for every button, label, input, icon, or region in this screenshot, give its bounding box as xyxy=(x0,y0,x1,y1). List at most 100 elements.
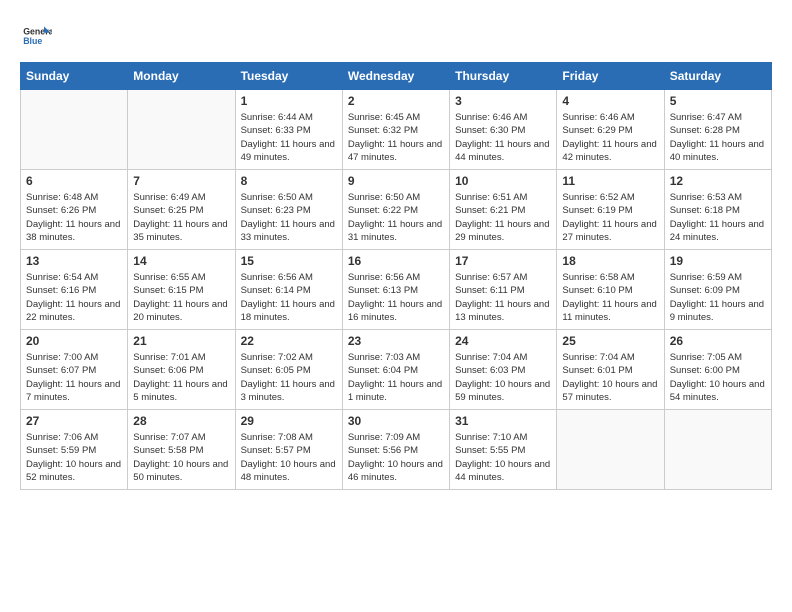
day-number: 17 xyxy=(455,254,551,268)
day-number: 6 xyxy=(26,174,122,188)
calendar-cell: 29 Sunrise: 7:08 AM Sunset: 5:57 PM Dayli… xyxy=(235,410,342,490)
calendar-table: SundayMondayTuesdayWednesdayThursdayFrid… xyxy=(20,62,772,490)
day-info: Sunrise: 7:04 AM Sunset: 6:03 PM Dayligh… xyxy=(455,351,551,404)
calendar-cell: 30 Sunrise: 7:09 AM Sunset: 5:56 PM Dayli… xyxy=(342,410,449,490)
calendar-cell: 13 Sunrise: 6:54 AM Sunset: 6:16 PM Dayli… xyxy=(21,250,128,330)
day-number: 31 xyxy=(455,414,551,428)
calendar-cell: 22 Sunrise: 7:02 AM Sunset: 6:05 PM Dayli… xyxy=(235,330,342,410)
day-info: Sunrise: 6:49 AM Sunset: 6:25 PM Dayligh… xyxy=(133,191,229,244)
day-number: 20 xyxy=(26,334,122,348)
weekday-header-row: SundayMondayTuesdayWednesdayThursdayFrid… xyxy=(21,63,772,90)
day-number: 2 xyxy=(348,94,444,108)
day-info: Sunrise: 6:46 AM Sunset: 6:29 PM Dayligh… xyxy=(562,111,658,164)
weekday-header: Sunday xyxy=(21,63,128,90)
day-info: Sunrise: 6:46 AM Sunset: 6:30 PM Dayligh… xyxy=(455,111,551,164)
logo: General Blue xyxy=(20,20,52,52)
calendar-cell: 7Sunrise: 6:49 AM Sunset: 6:25 PM Daylig… xyxy=(128,170,235,250)
calendar-cell: 31Sunrise: 7:10 AM Sunset: 5:55 PM Dayli… xyxy=(450,410,557,490)
calendar-cell xyxy=(664,410,771,490)
calendar-cell: 15 Sunrise: 6:56 AM Sunset: 6:14 PM Dayli… xyxy=(235,250,342,330)
day-info: Sunrise: 6:54 AM Sunset: 6:16 PM Dayligh… xyxy=(26,271,122,324)
day-number: 27 xyxy=(26,414,122,428)
day-info: Sunrise: 7:08 AM Sunset: 5:57 PM Dayligh… xyxy=(241,431,337,484)
day-info: Sunrise: 6:45 AM Sunset: 6:32 PM Dayligh… xyxy=(348,111,444,164)
day-info: Sunrise: 6:47 AM Sunset: 6:28 PM Dayligh… xyxy=(670,111,766,164)
calendar-cell: 26Sunrise: 7:05 AM Sunset: 6:00 PM Dayli… xyxy=(664,330,771,410)
day-info: Sunrise: 6:50 AM Sunset: 6:23 PM Dayligh… xyxy=(241,191,337,244)
day-number: 11 xyxy=(562,174,658,188)
day-number: 10 xyxy=(455,174,551,188)
day-info: Sunrise: 7:07 AM Sunset: 5:58 PM Dayligh… xyxy=(133,431,229,484)
day-info: Sunrise: 7:09 AM Sunset: 5:56 PM Dayligh… xyxy=(348,431,444,484)
calendar-cell: 17 Sunrise: 6:57 AM Sunset: 6:11 PM Dayli… xyxy=(450,250,557,330)
day-number: 12 xyxy=(670,174,766,188)
day-number: 8 xyxy=(241,174,337,188)
day-number: 15 xyxy=(241,254,337,268)
calendar-cell: 3 Sunrise: 6:46 AM Sunset: 6:30 PM Daylig… xyxy=(450,90,557,170)
day-info: Sunrise: 6:44 AM Sunset: 6:33 PM Dayligh… xyxy=(241,111,337,164)
day-info: Sunrise: 6:58 AM Sunset: 6:10 PM Dayligh… xyxy=(562,271,658,324)
calendar-cell xyxy=(128,90,235,170)
calendar-week-row: 20Sunrise: 7:00 AM Sunset: 6:07 PM Dayli… xyxy=(21,330,772,410)
calendar-week-row: 6 Sunrise: 6:48 AM Sunset: 6:26 PM Daylig… xyxy=(21,170,772,250)
day-number: 23 xyxy=(348,334,444,348)
day-number: 4 xyxy=(562,94,658,108)
day-info: Sunrise: 6:48 AM Sunset: 6:26 PM Dayligh… xyxy=(26,191,122,244)
calendar-cell: 16 Sunrise: 6:56 AM Sunset: 6:13 PM Dayli… xyxy=(342,250,449,330)
day-info: Sunrise: 6:57 AM Sunset: 6:11 PM Dayligh… xyxy=(455,271,551,324)
day-number: 22 xyxy=(241,334,337,348)
calendar-cell: 10 Sunrise: 6:51 AM Sunset: 6:21 PM Dayli… xyxy=(450,170,557,250)
day-number: 28 xyxy=(133,414,229,428)
day-info: Sunrise: 6:52 AM Sunset: 6:19 PM Dayligh… xyxy=(562,191,658,244)
day-number: 18 xyxy=(562,254,658,268)
day-info: Sunrise: 7:03 AM Sunset: 6:04 PM Dayligh… xyxy=(348,351,444,404)
day-number: 29 xyxy=(241,414,337,428)
day-info: Sunrise: 6:53 AM Sunset: 6:18 PM Dayligh… xyxy=(670,191,766,244)
day-number: 13 xyxy=(26,254,122,268)
day-info: Sunrise: 7:02 AM Sunset: 6:05 PM Dayligh… xyxy=(241,351,337,404)
day-number: 19 xyxy=(670,254,766,268)
day-info: Sunrise: 7:06 AM Sunset: 5:59 PM Dayligh… xyxy=(26,431,122,484)
day-number: 30 xyxy=(348,414,444,428)
weekday-header: Friday xyxy=(557,63,664,90)
calendar-cell: 25 Sunrise: 7:04 AM Sunset: 6:01 PM Dayli… xyxy=(557,330,664,410)
weekday-header: Saturday xyxy=(664,63,771,90)
calendar-week-row: 1 Sunrise: 6:44 AM Sunset: 6:33 PM Daylig… xyxy=(21,90,772,170)
calendar-cell: 28 Sunrise: 7:07 AM Sunset: 5:58 PM Dayli… xyxy=(128,410,235,490)
day-number: 3 xyxy=(455,94,551,108)
day-number: 1 xyxy=(241,94,337,108)
day-number: 24 xyxy=(455,334,551,348)
calendar-cell: 6 Sunrise: 6:48 AM Sunset: 6:26 PM Daylig… xyxy=(21,170,128,250)
calendar-week-row: 27 Sunrise: 7:06 AM Sunset: 5:59 PM Dayli… xyxy=(21,410,772,490)
day-info: Sunrise: 6:56 AM Sunset: 6:13 PM Dayligh… xyxy=(348,271,444,324)
calendar-cell: 8 Sunrise: 6:50 AM Sunset: 6:23 PM Daylig… xyxy=(235,170,342,250)
weekday-header: Tuesday xyxy=(235,63,342,90)
day-number: 5 xyxy=(670,94,766,108)
day-info: Sunrise: 7:01 AM Sunset: 6:06 PM Dayligh… xyxy=(133,351,229,404)
day-info: Sunrise: 6:56 AM Sunset: 6:14 PM Dayligh… xyxy=(241,271,337,324)
weekday-header: Monday xyxy=(128,63,235,90)
day-info: Sunrise: 6:59 AM Sunset: 6:09 PM Dayligh… xyxy=(670,271,766,324)
day-info: Sunrise: 7:04 AM Sunset: 6:01 PM Dayligh… xyxy=(562,351,658,404)
day-number: 16 xyxy=(348,254,444,268)
calendar-cell: 12 Sunrise: 6:53 AM Sunset: 6:18 PM Dayli… xyxy=(664,170,771,250)
calendar-cell: 20Sunrise: 7:00 AM Sunset: 6:07 PM Dayli… xyxy=(21,330,128,410)
calendar-cell: 1 Sunrise: 6:44 AM Sunset: 6:33 PM Daylig… xyxy=(235,90,342,170)
day-info: Sunrise: 6:50 AM Sunset: 6:22 PM Dayligh… xyxy=(348,191,444,244)
calendar-week-row: 13 Sunrise: 6:54 AM Sunset: 6:16 PM Dayli… xyxy=(21,250,772,330)
calendar-cell: 14Sunrise: 6:55 AM Sunset: 6:15 PM Dayli… xyxy=(128,250,235,330)
day-number: 21 xyxy=(133,334,229,348)
day-info: Sunrise: 6:51 AM Sunset: 6:21 PM Dayligh… xyxy=(455,191,551,244)
calendar-cell: 5 Sunrise: 6:47 AM Sunset: 6:28 PM Daylig… xyxy=(664,90,771,170)
calendar-cell: 9Sunrise: 6:50 AM Sunset: 6:22 PM Daylig… xyxy=(342,170,449,250)
calendar-cell xyxy=(21,90,128,170)
calendar-cell: 4 Sunrise: 6:46 AM Sunset: 6:29 PM Daylig… xyxy=(557,90,664,170)
svg-text:Blue: Blue xyxy=(23,36,42,46)
calendar-cell: 24 Sunrise: 7:04 AM Sunset: 6:03 PM Dayli… xyxy=(450,330,557,410)
calendar-cell xyxy=(557,410,664,490)
weekday-header: Wednesday xyxy=(342,63,449,90)
day-number: 25 xyxy=(562,334,658,348)
calendar-cell: 11 Sunrise: 6:52 AM Sunset: 6:19 PM Dayli… xyxy=(557,170,664,250)
calendar-cell: 19 Sunrise: 6:59 AM Sunset: 6:09 PM Dayli… xyxy=(664,250,771,330)
page-header: General Blue xyxy=(20,20,772,52)
